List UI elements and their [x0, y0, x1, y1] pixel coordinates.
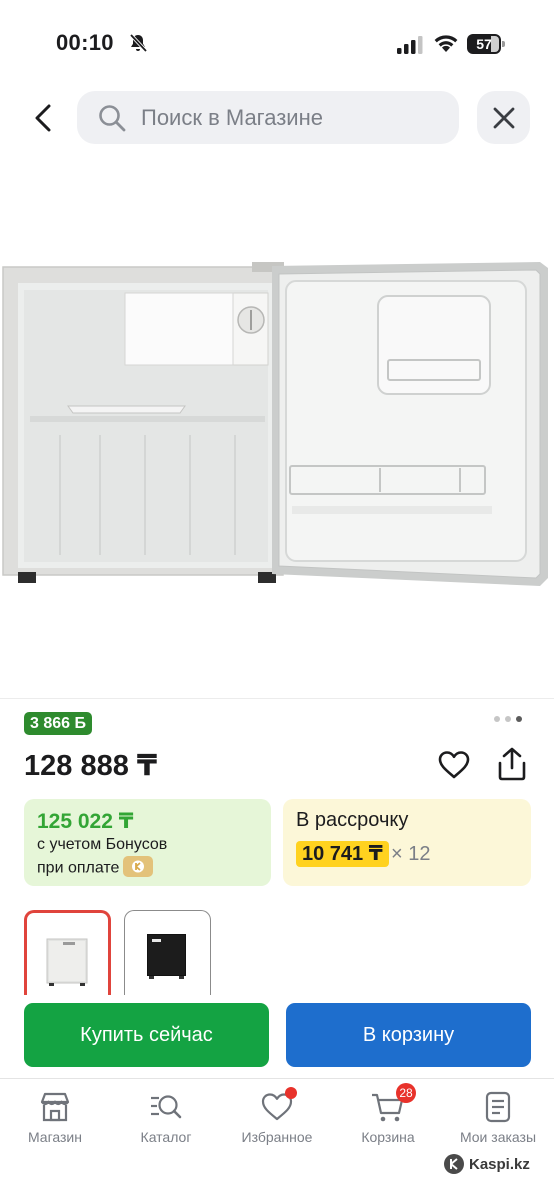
nav-item-favorites[interactable]: Избранное	[222, 1087, 332, 1145]
heart-icon	[438, 751, 470, 779]
bonus-badge: 3 866 Б	[24, 712, 92, 735]
favorite-button[interactable]	[437, 748, 471, 782]
chevron-left-icon	[35, 104, 51, 132]
buy-now-button[interactable]: Купить сейчас	[24, 1003, 269, 1067]
kaspi-bonus-icon	[123, 856, 154, 877]
bonus-caption-line2: при оплате	[37, 856, 154, 879]
installment-months: × 12	[391, 843, 431, 865]
share-button[interactable]	[495, 746, 529, 782]
carousel-dot[interactable]	[494, 716, 500, 722]
status-time: 00:10	[56, 30, 114, 55]
carousel-dots[interactable]	[494, 716, 522, 722]
carousel-dot[interactable]	[505, 716, 511, 722]
installment-title: В рассрочку	[296, 809, 409, 831]
battery-indicator: 57	[467, 34, 505, 54]
carousel-dot-active[interactable]	[516, 716, 522, 722]
product-thumbnail-white[interactable]	[24, 910, 111, 995]
nav-label-store: Магазин	[27, 1129, 82, 1145]
kaspi-logo-icon	[444, 1154, 464, 1174]
nav-label-catalog: Каталог	[140, 1129, 192, 1145]
nav-item-cart[interactable]: 28 Корзина	[333, 1083, 443, 1145]
fridge-thumbnail-black	[147, 934, 186, 979]
bottom-navigation: Магазин Каталог Избранное 28 Корзина Мои…	[0, 1078, 554, 1200]
close-search-button[interactable]	[477, 91, 530, 144]
nav-label-favorites: Избранное	[241, 1129, 313, 1145]
installment-amount: 10 741 ₸	[296, 841, 389, 867]
nav-item-store[interactable]: Магазин	[0, 1089, 110, 1145]
nav-label-cart: Корзина	[361, 1129, 415, 1145]
close-icon	[493, 107, 514, 128]
product-thumbnail-black[interactable]	[124, 910, 211, 995]
nav-item-catalog[interactable]: Каталог	[111, 1089, 221, 1145]
store-icon	[40, 1092, 70, 1122]
wifi-icon	[434, 35, 458, 52]
search-input[interactable]	[141, 104, 441, 131]
add-to-cart-button[interactable]: В корзину	[286, 1003, 531, 1067]
search-bar[interactable]	[77, 91, 459, 144]
bonus-price: 125 022 ₸	[37, 810, 134, 833]
product-image[interactable]	[0, 150, 554, 698]
kaspi-watermark: Kaspi.kz	[444, 1154, 530, 1174]
installment-card[interactable]: В рассрочку 10 741 ₸ × 12	[283, 799, 531, 886]
search-icon	[99, 104, 126, 131]
cart-count-badge: 28	[396, 1083, 416, 1103]
cellular-signal-icon	[397, 36, 423, 54]
bell-muted-icon	[129, 33, 148, 53]
favorites-notification-dot	[285, 1087, 297, 1099]
status-bar: 00:10 57	[0, 0, 554, 88]
bonus-caption-line1: с учетом Бонусов	[37, 836, 168, 853]
back-button[interactable]	[22, 96, 64, 140]
orders-icon	[485, 1091, 511, 1123]
share-icon	[498, 747, 526, 781]
fridge-thumbnail-white	[46, 938, 88, 986]
mini-fridge-illustration	[2, 262, 548, 586]
nav-item-orders[interactable]: Мои заказы	[443, 1089, 553, 1145]
bonus-price-card[interactable]: 125 022 ₸ с учетом Бонусов при оплате	[24, 799, 271, 886]
watermark-text: Kaspi.kz	[469, 1155, 530, 1173]
nav-label-orders: Мои заказы	[459, 1129, 537, 1145]
divider	[0, 698, 554, 699]
catalog-search-icon	[151, 1095, 182, 1119]
product-price: 128 888 ₸	[24, 750, 158, 782]
